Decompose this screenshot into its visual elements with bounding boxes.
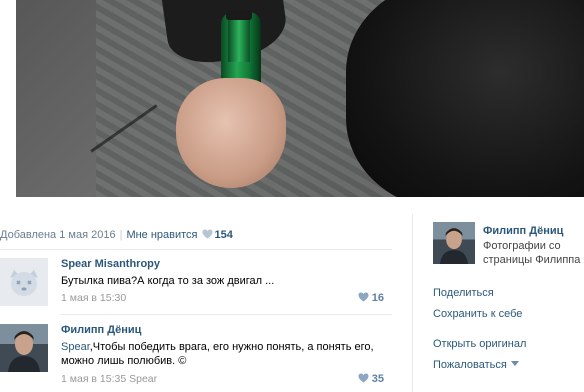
comment-author[interactable]: Spear Misanthropy bbox=[61, 258, 160, 270]
user-avatar-photo[interactable] bbox=[0, 324, 48, 372]
comment-like-count: 35 bbox=[371, 373, 384, 385]
comment-date[interactable]: 1 мая в 15:35 Spear bbox=[61, 373, 157, 385]
comment-like-button[interactable]: 16 bbox=[358, 292, 384, 304]
vk-dog-icon bbox=[0, 258, 48, 306]
share-button[interactable]: Поделиться bbox=[433, 287, 494, 299]
chevron-down-icon bbox=[510, 361, 519, 366]
divider bbox=[0, 249, 392, 250]
comment-item: Филипп Дёниц Spear,Чтобы победить врага,… bbox=[0, 324, 390, 392]
person-photo-icon bbox=[0, 324, 48, 372]
sidebar-divider bbox=[412, 214, 413, 392]
report-button[interactable]: Пожаловаться bbox=[433, 359, 519, 371]
comment-text: Spear,Чтобы победить врага, его нужно по… bbox=[61, 340, 391, 368]
open-original-button[interactable]: Открыть оригинал bbox=[433, 338, 526, 350]
album-link[interactable]: Фотографии со страницы Филиппа bbox=[483, 239, 583, 267]
comment-author[interactable]: Филипп Дёниц bbox=[61, 324, 141, 336]
default-avatar-icon[interactable] bbox=[0, 258, 48, 306]
comment-body: ,Чтобы победить врага, его нужно понять,… bbox=[61, 341, 374, 367]
like-count[interactable]: 154 bbox=[215, 229, 233, 241]
photo-jacket bbox=[346, 0, 584, 197]
like-button[interactable]: Мне нравится bbox=[126, 229, 197, 241]
photo-meta: Добавлена 1 мая 2016 | Мне нравится 154 bbox=[0, 229, 233, 241]
comment-item: Spear Misanthropy Бутылка пива?А когда т… bbox=[0, 258, 390, 314]
comment-text: Бутылка пива?А когда то за зож двигал ..… bbox=[61, 275, 275, 287]
meta-separator: | bbox=[119, 229, 123, 241]
photo-viewer-image[interactable] bbox=[16, 0, 584, 197]
divider bbox=[61, 314, 392, 315]
comment-like-button[interactable]: 35 bbox=[358, 373, 384, 385]
heart-icon bbox=[358, 373, 369, 383]
heart-icon[interactable] bbox=[202, 229, 213, 239]
save-to-album-button[interactable]: Сохранить к себе bbox=[433, 308, 522, 320]
report-label: Пожаловаться bbox=[433, 359, 507, 371]
comment-like-count: 16 bbox=[371, 292, 384, 304]
reply-mention[interactable]: Spear bbox=[61, 341, 90, 353]
photo-bottle-cap bbox=[226, 10, 252, 20]
person-photo-icon bbox=[433, 222, 475, 264]
comment-date[interactable]: 1 мая в 15:30 bbox=[61, 292, 126, 304]
heart-icon bbox=[358, 292, 369, 302]
photo-hand bbox=[176, 78, 286, 188]
owner-avatar[interactable] bbox=[433, 222, 475, 264]
added-date: Добавлена 1 мая 2016 bbox=[0, 229, 116, 241]
owner-name[interactable]: Филипп Дёниц bbox=[483, 225, 563, 237]
